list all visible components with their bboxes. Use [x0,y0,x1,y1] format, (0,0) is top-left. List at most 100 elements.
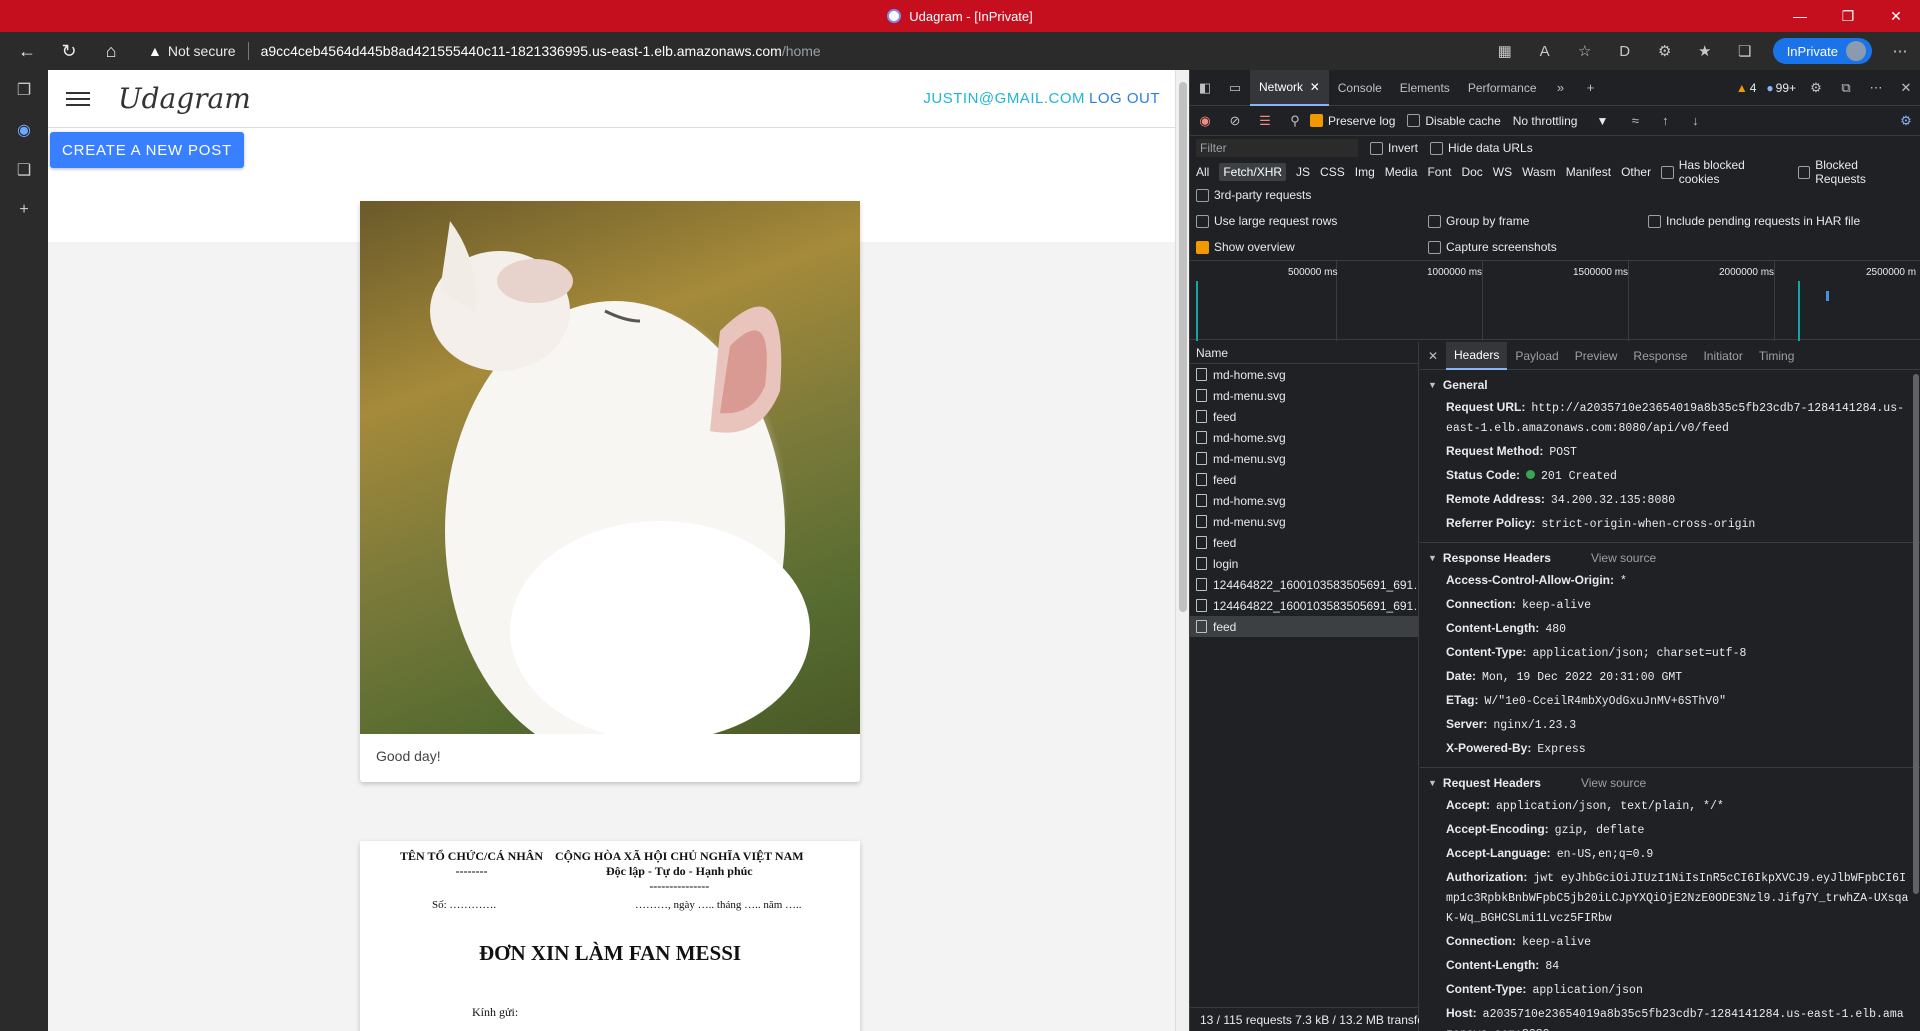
extension-d-icon[interactable]: D [1605,32,1645,70]
tab-console[interactable]: Console [1329,70,1391,106]
tab-timing[interactable]: Timing [1751,342,1803,370]
device-toolbar-icon[interactable]: ▭ [1220,70,1250,106]
type-img[interactable]: Img [1355,165,1375,179]
disable-cache-checkbox[interactable]: Disable cache [1407,114,1501,128]
type-fetch-xhr[interactable]: Fetch/XHR [1219,163,1287,181]
page-icon[interactable]: ❑ [0,150,48,190]
request-row[interactable]: feed [1190,616,1418,637]
close-window-icon[interactable]: ✕ [1872,0,1920,32]
add-tab-icon[interactable]: + [1576,70,1606,106]
capture-screenshots-checkbox[interactable]: Capture screenshots [1428,240,1557,254]
request-row[interactable]: login [1190,553,1418,574]
minimize-icon[interactable]: — [1776,0,1824,32]
user-email-link[interactable]: JUSTIN@GMAIL.COM [923,90,1085,107]
back-icon[interactable]: ← [12,36,42,66]
has-blocked-cookies-checkbox[interactable]: Has blocked cookies [1661,158,1785,186]
preserve-log-checkbox[interactable]: Preserve log [1310,114,1395,128]
address-bar[interactable]: ▲ Not secure a9cc4ceb4564d445b8ad4215554… [148,36,1448,66]
network-settings-icon[interactable]: ⚙ [1891,103,1920,139]
record-icon[interactable]: ◉ [1190,103,1220,139]
request-row[interactable]: 124464822_1600103583505691_691… [1190,595,1418,616]
filter-input[interactable]: Filter [1196,139,1358,157]
read-aloud-icon[interactable]: A [1525,32,1565,70]
view-source-link[interactable]: View source [1591,551,1656,565]
refresh-icon[interactable]: ↻ [54,36,84,66]
search-icon[interactable]: ⚲ [1280,103,1310,139]
type-css[interactable]: CSS [1320,165,1345,179]
request-row[interactable]: feed [1190,469,1418,490]
throttling-select[interactable]: No throttling ▼ [1513,114,1609,128]
close-tab-icon[interactable]: ✕ [1310,80,1320,94]
issues-badge[interactable]: ● 99+ [1766,81,1796,95]
request-row[interactable]: md-home.svg [1190,364,1418,385]
tab-elements[interactable]: Elements [1391,70,1459,106]
restore-icon[interactable]: ❐ [1824,0,1872,32]
invert-checkbox[interactable]: Invert [1370,141,1418,155]
type-wasm[interactable]: Wasm [1522,165,1556,179]
menu-icon[interactable] [66,91,90,106]
name-column-header[interactable]: Name [1190,342,1418,364]
request-row[interactable]: feed [1190,406,1418,427]
request-row[interactable]: md-home.svg [1190,427,1418,448]
request-headers-header[interactable]: ▼ Request Headers View source [1420,772,1920,794]
more-tabs-icon[interactable]: » [1546,70,1576,106]
type-manifest[interactable]: Manifest [1566,165,1611,179]
inprivate-badge[interactable]: InPrivate [1772,38,1872,64]
settings-gear-icon[interactable]: ⚙ [1801,70,1831,106]
large-rows-checkbox[interactable]: Use large request rows [1196,214,1416,228]
response-headers-header[interactable]: ▼ Response Headers View source [1420,547,1920,569]
extensions-icon[interactable]: ⚙ [1645,32,1685,70]
logout-button[interactable]: LOG OUT [1089,90,1160,107]
include-pending-checkbox[interactable]: Include pending requests in HAR file [1648,214,1860,228]
request-row[interactable]: feed [1190,532,1418,553]
show-overview-checkbox[interactable]: Show overview [1196,240,1416,254]
general-header[interactable]: ▼ General [1420,374,1920,396]
request-row[interactable]: md-home.svg [1190,490,1418,511]
type-media[interactable]: Media [1385,165,1418,179]
export-har-icon[interactable]: ↓ [1680,103,1710,139]
tab-network[interactable]: Network ✕ [1250,69,1329,106]
home-icon[interactable]: ⌂ [96,36,126,66]
network-conditions-icon[interactable]: ≈ [1620,103,1650,139]
view-source-link[interactable]: View source [1581,776,1646,790]
tab-response[interactable]: Response [1625,342,1695,370]
detail-scrollbar[interactable] [1911,370,1920,1031]
hide-data-urls-checkbox[interactable]: Hide data URLs [1430,141,1533,155]
type-all[interactable]: All [1196,165,1209,179]
network-overview[interactable]: 500000 ms 1000000 ms 1500000 ms 2000000 … [1190,260,1920,341]
detail-scrollbar-thumb[interactable] [1913,374,1919,894]
page-scrollbar[interactable] [1175,70,1189,1031]
request-row[interactable]: md-menu.svg [1190,385,1418,406]
collections-icon[interactable]: ❏ [1725,32,1765,70]
close-detail-icon[interactable]: ✕ [1420,349,1446,363]
workspace-icon[interactable]: ◉ [0,110,48,150]
inspect-icon[interactable]: ◧ [1190,70,1220,106]
clear-icon[interactable]: ⊘ [1220,103,1250,139]
import-har-icon[interactable]: ↑ [1650,103,1680,139]
type-other[interactable]: Other [1621,165,1651,179]
type-font[interactable]: Font [1427,165,1451,179]
third-party-checkbox[interactable]: 3rd-party requests [1196,188,1311,202]
request-row[interactable]: md-menu.svg [1190,511,1418,532]
tab-performance[interactable]: Performance [1459,70,1546,106]
warnings-badge[interactable]: ▲ 4 [1736,81,1757,95]
page-scrollbar-thumb[interactable] [1179,82,1187,612]
blocked-requests-checkbox[interactable]: Blocked Requests [1797,158,1909,186]
tab-preview[interactable]: Preview [1567,342,1626,370]
request-row[interactable]: md-menu.svg [1190,448,1418,469]
tab-payload[interactable]: Payload [1507,342,1566,370]
tab-actions-icon[interactable]: ❐ [0,70,48,110]
filter-icon[interactable]: ☰ [1250,103,1280,139]
type-js[interactable]: JS [1296,165,1310,179]
group-by-frame-checkbox[interactable]: Group by frame [1428,214,1636,228]
devtools-more-icon[interactable]: ⋯ [1861,70,1891,106]
apps-icon[interactable]: ▦ [1485,32,1525,70]
type-ws[interactable]: WS [1493,165,1512,179]
tab-initiator[interactable]: Initiator [1695,342,1750,370]
favorites-icon[interactable]: ★ [1685,32,1725,70]
close-devtools-icon[interactable]: ✕ [1891,70,1920,106]
create-post-button[interactable]: CREATE A NEW POST [50,132,244,168]
request-row[interactable]: 124464822_1600103583505691_691… [1190,574,1418,595]
dock-icon[interactable]: ⧉ [1831,70,1861,106]
more-menu-icon[interactable]: ⋯ [1880,32,1920,70]
